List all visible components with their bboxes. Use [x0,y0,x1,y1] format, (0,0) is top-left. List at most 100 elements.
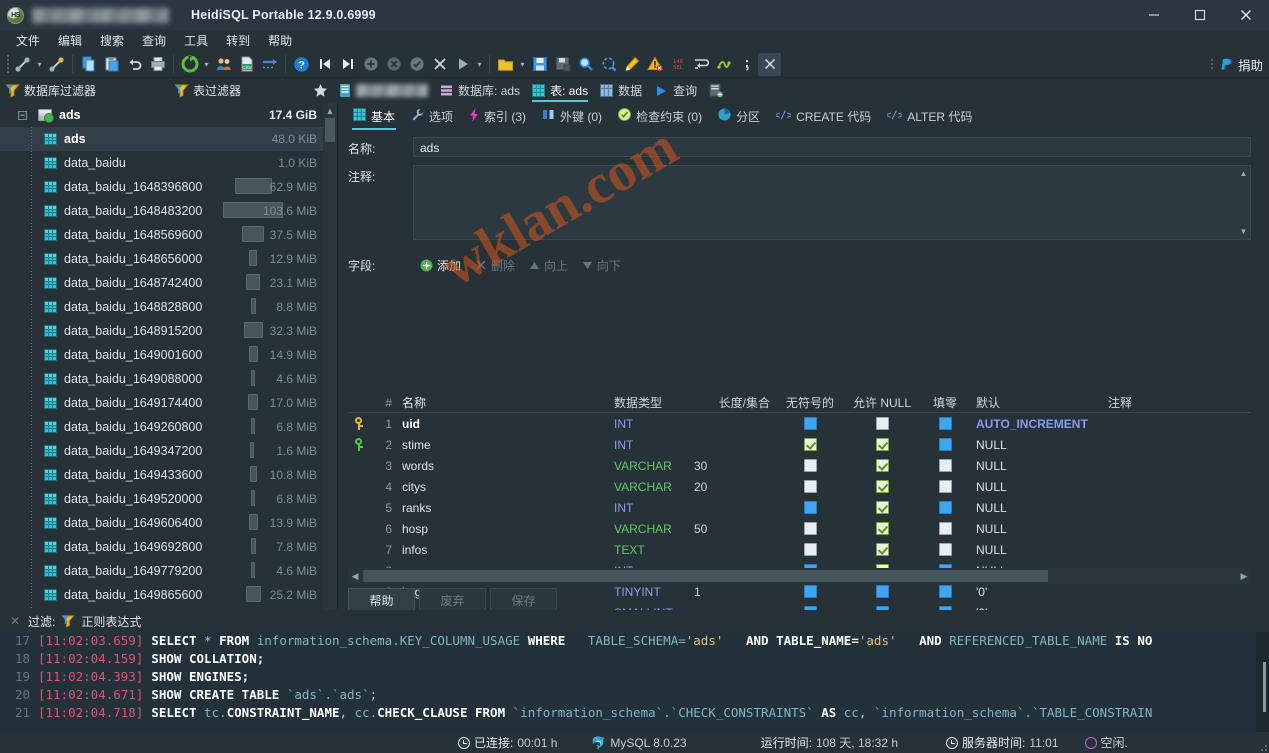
tab-partition[interactable]: 分区 [711,105,767,128]
cell-default[interactable]: NULL [972,522,1104,536]
allow-null-checkbox[interactable] [875,501,889,514]
allow-null-checkbox[interactable] [875,459,889,472]
warning-icon[interactable] [643,53,666,76]
table-row[interactable]: 7 infos TEXT NULL [348,539,1251,560]
zerofill-checkbox[interactable] [938,480,952,493]
last-row-icon[interactable] [336,53,359,76]
donate-area[interactable]: 捐助 [1209,55,1263,74]
cell-default[interactable]: NULL [972,480,1104,494]
breadcrumb-database-label[interactable]: 数据库: ads [458,82,520,99]
save-icon[interactable] [528,53,551,76]
connect-icon[interactable] [11,53,34,76]
cell-datatype[interactable]: VARCHAR [610,459,690,473]
cell-datatype[interactable]: VARCHAR [610,480,690,494]
cell-default[interactable]: NULL [972,501,1104,515]
tab-code[interactable]: </> ALTER 代码 [880,105,979,128]
unsigned-checkbox[interactable] [803,543,817,556]
allow-null-checkbox[interactable] [875,543,889,556]
menu-help[interactable]: 帮助 [259,30,301,51]
breadcrumb-data-label[interactable]: 数据 [618,82,642,99]
cell-name[interactable]: infos [398,543,610,557]
tab-foreign-key[interactable]: 外键 (0) [535,105,609,128]
move-field-up-button[interactable]: 向上 [522,255,575,276]
paste-icon[interactable] [100,53,123,76]
breadcrumb-data[interactable]: 数据 [594,78,648,103]
table-row[interactable]: 3 words VARCHAR 30 NULL [348,455,1251,476]
menu-edit[interactable]: 编辑 [49,30,91,51]
unsigned-checkbox[interactable] [803,417,817,430]
header-num[interactable]: # [372,396,398,410]
donate-grip[interactable] [1209,55,1216,73]
cell-length[interactable]: 1 [690,585,774,599]
unsigned-checkbox[interactable] [803,480,817,493]
open-folder-icon[interactable] [494,53,517,76]
close-button[interactable] [1223,0,1269,30]
close-tab-icon[interactable] [758,52,781,76]
minimize-button[interactable] [1131,0,1177,30]
header-datatype[interactable]: 数据类型 [610,394,690,411]
filter-regex-value[interactable]: 正则表达式 [81,613,141,630]
breadcrumb-database[interactable]: 数据库: ads [434,78,526,103]
grid-horizontal-scrollbar[interactable]: ◀ ▶ [348,568,1251,584]
resize-grip[interactable] [1257,741,1267,751]
close-filter-icon[interactable]: ✕ [8,614,22,628]
cell-length[interactable]: 50 [690,522,774,536]
tree-item[interactable]: data_baidu_1649606400 13.9 MiB [0,511,323,535]
word-wrap-icon[interactable] [689,53,712,76]
apply-icon[interactable] [405,53,428,76]
comment-scroll-up[interactable]: ▲ [1238,167,1249,180]
table-row[interactable]: 4 citys VARCHAR 20 NULL [348,476,1251,497]
run-dropdown-icon[interactable]: ▾ [474,53,485,76]
menu-goto[interactable]: 转到 [217,30,259,51]
tree-item[interactable]: data_baidu_1648915200 32.3 MiB [0,319,323,343]
cell-datatype[interactable]: VARCHAR [610,522,690,536]
delete-row-icon[interactable] [382,53,405,76]
new-query-tab-button[interactable] [703,78,729,103]
unsigned-checkbox[interactable] [803,501,817,514]
zerofill-checkbox[interactable] [938,543,952,556]
sql-log-panel[interactable]: 17 [11:02:03.659] SELECT * FROM informatio… [0,632,1269,732]
tree-item[interactable]: data_baidu_1649347200 1.6 MiB [0,439,323,463]
table-filter-button[interactable]: 表过滤器 [169,78,246,103]
tree-item[interactable]: data_baidu_1649001600 14.9 MiB [0,343,323,367]
cell-datatype[interactable]: INT [610,438,690,452]
favorites-button[interactable] [308,78,333,103]
find-replace-icon[interactable] [597,53,620,76]
unsigned-checkbox[interactable] [803,459,817,472]
unsigned-checkbox[interactable] [803,522,817,535]
format-sql-icon[interactable] [620,53,643,76]
tab-check-circle[interactable]: 检查约束 (0) [611,105,709,128]
open-dropdown-icon[interactable]: ▾ [517,53,528,76]
zerofill-checkbox[interactable] [938,585,952,598]
zerofill-checkbox[interactable] [938,522,952,535]
cell-length[interactable]: 30 [690,459,774,473]
cancel-icon[interactable] [428,53,451,76]
add-field-button[interactable]: 添加 [413,255,468,276]
donate-label[interactable]: 捐助 [1238,55,1263,74]
users-icon[interactable] [212,53,235,76]
header-comment[interactable]: 注释 [1104,394,1251,411]
tree-scrollbar[interactable]: ▲ ▼ [323,103,337,630]
move-up-label[interactable]: 向上 [544,257,568,274]
remove-field-button[interactable]: 删除 [468,255,522,276]
add-field-label[interactable]: 添加 [437,257,461,274]
header-length[interactable]: 长度/集合 [690,394,774,411]
insert-row-icon[interactable] [359,53,382,76]
tree-item[interactable]: data_baidu_1649433600 10.8 MiB [0,463,323,487]
semicolon-icon[interactable] [735,53,758,76]
tree-item[interactable]: data_baidu_1649088000 4.6 MiB [0,367,323,391]
tree-item[interactable]: data_baidu_1648742400 23.1 MiB [0,271,323,295]
tree-item[interactable]: data_baidu_1649865600 25.2 MiB [0,583,323,607]
cell-datatype[interactable]: TEXT [610,543,690,557]
find-icon[interactable] [574,53,597,76]
breadcrumb-query[interactable]: 查询 [648,78,703,103]
comment-scrollbar[interactable]: ▲ ▼ [1238,167,1249,238]
tree-item[interactable]: data_baidu_1648828800 8.8 MiB [0,295,323,319]
breadcrumb-table-label[interactable]: 表: ads [550,82,588,99]
unsigned-checkbox[interactable] [803,585,817,598]
tree-item[interactable]: data_baidu_1648396800 62.9 MiB [0,175,323,199]
comment-scroll-down[interactable]: ▼ [1238,225,1249,238]
tree-item[interactable]: data_baidu 1.0 KiB [0,151,323,175]
tab-lightning[interactable]: 索引 (3) [462,105,533,128]
tree-item[interactable]: data_baidu_1649520000 6.8 MiB [0,487,323,511]
